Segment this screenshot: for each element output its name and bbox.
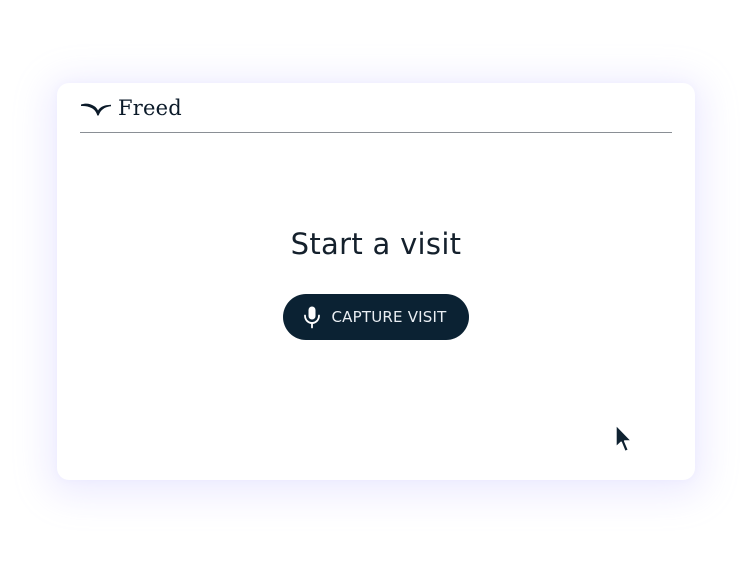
page-title: Start a visit — [290, 227, 462, 261]
microphone-icon — [303, 306, 320, 329]
capture-visit-label: CAPTURE VISIT — [331, 308, 447, 326]
capture-visit-button[interactable]: CAPTURE VISIT — [283, 294, 469, 340]
visit-card: Freed Start a visit CAPTURE VISIT — [57, 83, 695, 480]
bird-wing-icon — [81, 103, 111, 116]
app-header: Freed — [80, 83, 672, 133]
mouse-pointer-icon — [615, 424, 633, 453]
brand-logo: Freed — [80, 95, 182, 121]
brand-name: Freed — [118, 96, 182, 120]
